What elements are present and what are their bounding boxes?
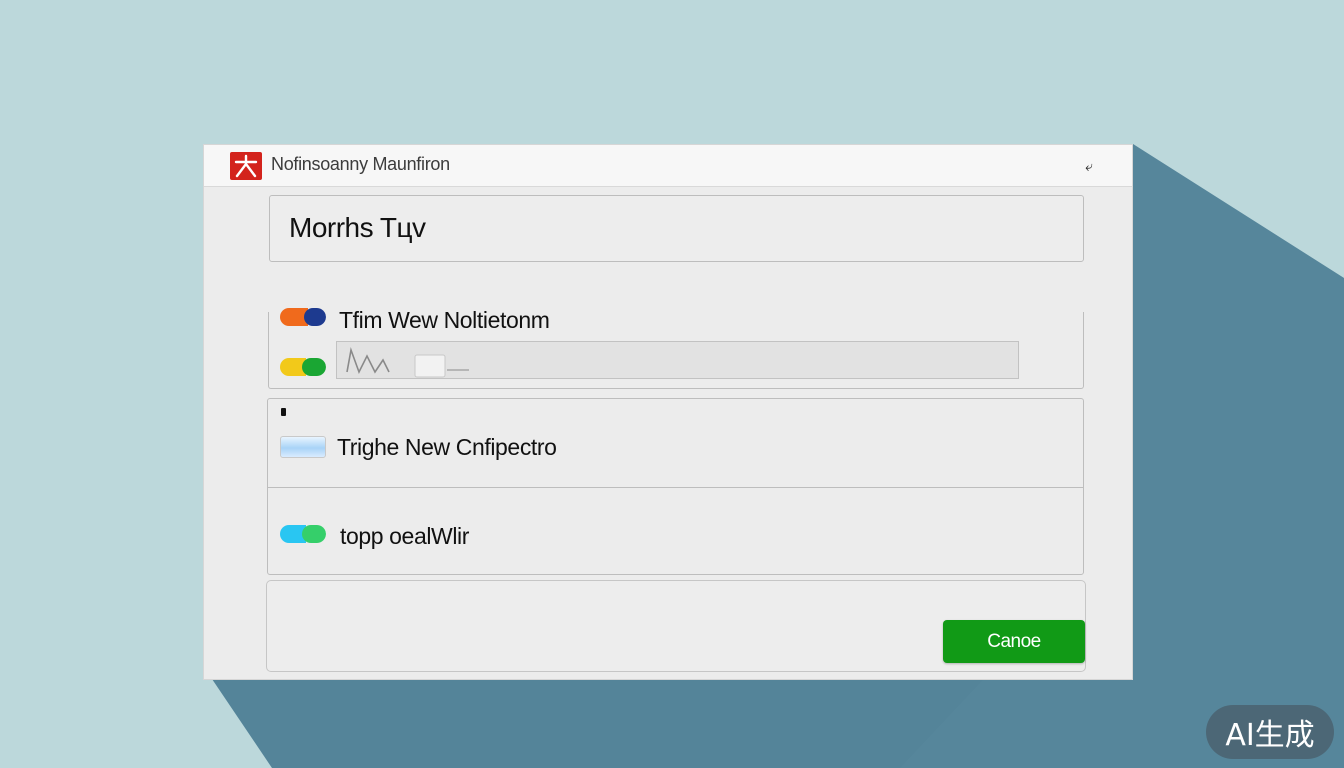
window-title: Nofinsoanny Maunfiron xyxy=(271,154,450,174)
toggle-switch-icon[interactable] xyxy=(280,525,326,543)
group-divider xyxy=(268,487,1083,488)
back-arrow-icon[interactable]: ⤶ xyxy=(1078,155,1100,177)
row-label-new-connection: Trighe New Cnfipectro xyxy=(337,434,557,460)
toggle-switch-icon[interactable] xyxy=(280,308,326,326)
notification-dialog: Nofinsoanny Maunfiron ⤶ Morrhs Tцv Tfim … xyxy=(203,144,1133,680)
red-square-logo-icon xyxy=(230,152,262,180)
row-label-new-notification: Tfim Wew Noltietonm xyxy=(339,307,550,333)
name-input[interactable]: Morrhs Tцv xyxy=(269,195,1084,262)
toggle-switch-icon[interactable] xyxy=(280,358,326,376)
desktop-background: Nofinsoanny Maunfiron ⤶ Morrhs Tцv Tfim … xyxy=(0,0,1344,768)
row-label-popup: topp oealWlir xyxy=(340,523,470,549)
marker-icon xyxy=(281,408,286,416)
waveform-graphic xyxy=(346,346,469,378)
blue-chip-icon[interactable] xyxy=(280,436,326,458)
waveform-input[interactable] xyxy=(336,341,1019,379)
dialog-titlebar: Nofinsoanny Maunfiron ⤶ xyxy=(204,145,1132,187)
confirm-button[interactable]: Canoe xyxy=(943,620,1085,663)
ai-generated-badge: AI生成 xyxy=(1206,705,1334,759)
name-input-value: Morrhs Tцv xyxy=(289,212,426,243)
